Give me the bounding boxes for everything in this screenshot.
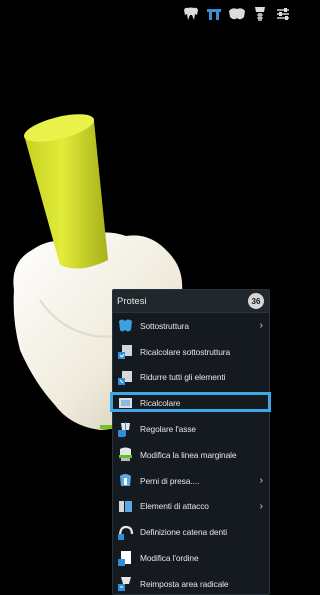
teeth-view-button[interactable] (181, 4, 201, 24)
modify-order-icon (117, 550, 134, 567)
grip-pins-icon (117, 472, 134, 489)
menu-item-reimposta-area-radicale[interactable]: Reimposta area radicale (113, 571, 269, 594)
menu-item-label: Definizione catena denti (140, 527, 227, 538)
recalc-substructure-icon (117, 343, 134, 360)
menu-item-label: Modifica l'ordine (140, 553, 199, 564)
submenu-arrow-icon: › (259, 474, 263, 486)
teeth-icon (184, 7, 198, 20)
menu-item-label: Ricalcolare sottostruttura (140, 346, 231, 357)
sliders-icon (277, 8, 289, 20)
abutment-cylinder (24, 121, 108, 269)
menu-item-label: Reimposta area radicale (140, 578, 229, 589)
menu-title: Protesi (117, 295, 147, 307)
bridge-view-button[interactable] (204, 4, 224, 24)
menu-item-label: Sottostruttura (140, 320, 189, 331)
menu-header: Protesi 36 (113, 290, 269, 313)
menu-item-modifica-la-linea-marginale[interactable]: Modifica la linea marginale (113, 442, 269, 468)
menu-item-label: Regolare l'asse (140, 424, 196, 435)
margin-line-icon (117, 446, 134, 463)
submenu-arrow-icon: › (259, 500, 263, 512)
menu-item-ridurre-tutti-gli-elementi[interactable]: Ridurre tutti gli elementi (113, 365, 269, 391)
menu-item-label: Ricalcolare (140, 398, 181, 409)
prosthesis-context-menu: Protesi 36 Sottostruttura › Ricalcolare … (112, 289, 270, 595)
menu-item-label: Elementi di attacco (140, 501, 209, 512)
menu-item-label: Modifica la linea marginale (140, 449, 237, 460)
menu-item-perni-di-presa[interactable]: Perni di presa.... › (113, 468, 269, 494)
reset-root-area-icon (117, 575, 134, 592)
menu-item-sottostruttura[interactable]: Sottostruttura › (113, 313, 269, 339)
implant-view-button[interactable] (250, 4, 270, 24)
menu-item-label: Ridurre tutti gli elementi (140, 372, 226, 383)
menu-item-ricalcolare[interactable]: Ricalcolare (113, 390, 269, 416)
implant-icon (255, 7, 265, 21)
top-toolbar (181, 2, 293, 26)
menu-item-modifica-lordine[interactable]: Modifica l'ordine (113, 545, 269, 571)
adjust-axis-icon (117, 421, 134, 438)
reduce-elements-icon (117, 369, 134, 386)
jaw-icon (229, 8, 245, 20)
menu-item-definizione-catena-denti[interactable]: Definizione catena denti (113, 519, 269, 545)
settings-sliders-button[interactable] (273, 4, 293, 24)
substructure-icon (117, 317, 134, 334)
menu-item-regolare-lasse[interactable]: Regolare l'asse (113, 416, 269, 442)
tooth-number-badge: 36 (248, 293, 264, 309)
recalculate-icon (117, 395, 134, 412)
menu-item-elementi-di-attacco[interactable]: Elementi di attacco › (113, 494, 269, 520)
menu-item-label: Perni di presa.... (140, 475, 200, 486)
tooth-chain-icon (117, 524, 134, 541)
bridge-icon (207, 9, 221, 20)
attachment-elements-icon (117, 498, 134, 515)
menu-item-ricalcolare-sottostruttura[interactable]: Ricalcolare sottostruttura (113, 339, 269, 365)
submenu-arrow-icon: › (259, 320, 263, 331)
jaw-view-button[interactable] (227, 4, 247, 24)
